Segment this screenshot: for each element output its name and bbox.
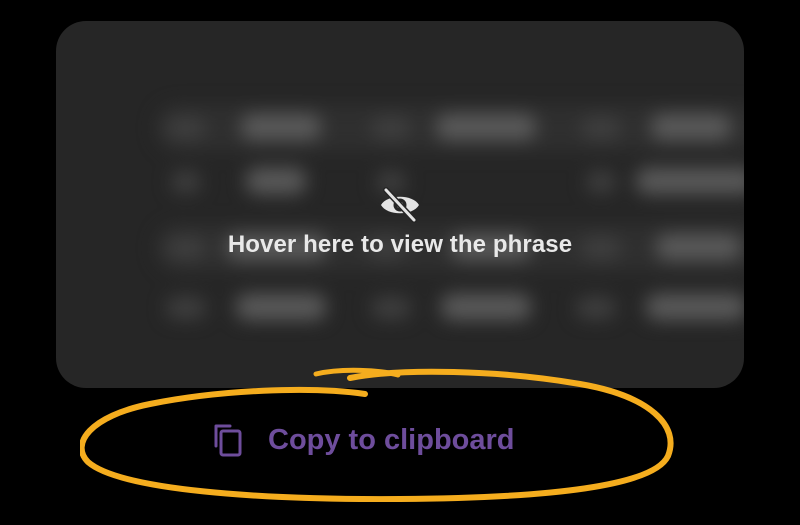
reveal-prompt: Hover here to view the phrase	[56, 21, 744, 388]
copy-section: Copy to clipboard	[80, 366, 680, 502]
phrase-reveal-area[interactable]: Hover here to view the phrase	[56, 21, 744, 388]
copy-button-label: Copy to clipboard	[268, 423, 515, 456]
recovery-phrase-screen: Hover here to view the phrase Copy to cl…	[0, 0, 800, 525]
hover-instruction: Hover here to view the phrase	[227, 231, 573, 258]
eye-slash-icon	[381, 187, 419, 223]
copy-to-clipboard-button[interactable]: Copy to clipboard	[210, 418, 515, 462]
copy-icon	[214, 424, 242, 457]
